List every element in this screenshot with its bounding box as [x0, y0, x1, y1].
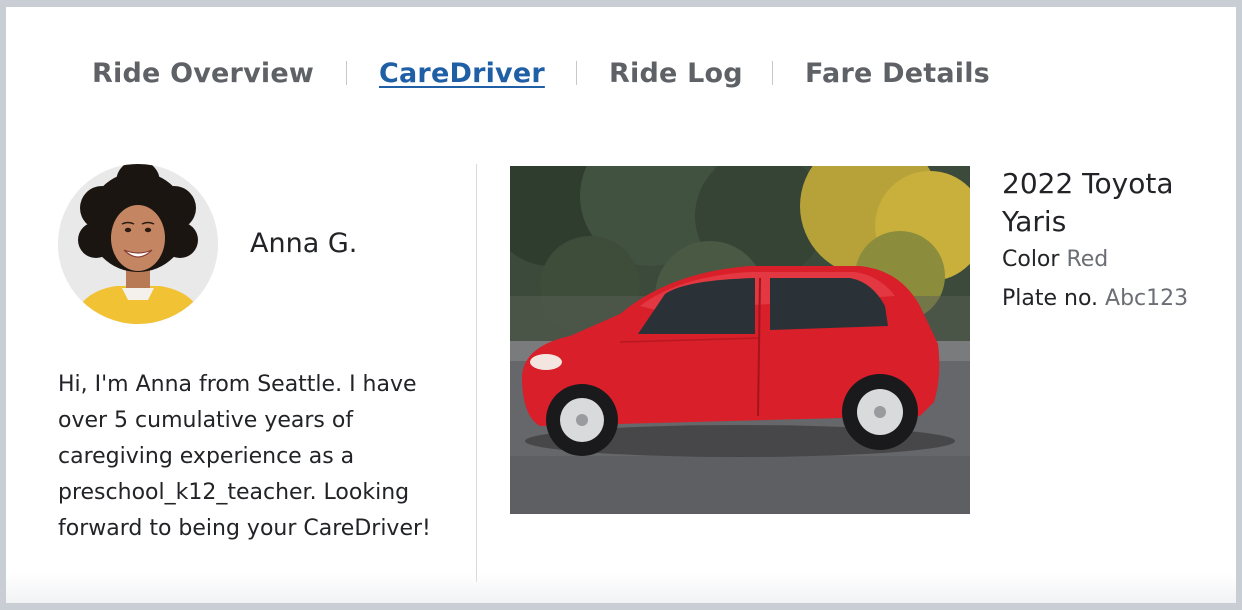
tab-ride-overview[interactable]: Ride Overview: [92, 59, 314, 89]
vehicle-plate-label: Plate no.: [1002, 286, 1099, 311]
tab-fare-details[interactable]: Fare Details: [805, 59, 990, 89]
red-hatchback-image: [510, 166, 970, 514]
driver-portrait-image: [58, 164, 218, 324]
vehicle-color: Color Red: [1002, 247, 1108, 272]
tab-caredriver[interactable]: CareDriver: [379, 59, 545, 89]
tab-divider: [576, 61, 577, 85]
bottom-fade: [6, 573, 1236, 603]
vehicle-color-label: Color: [1002, 247, 1060, 272]
tab-ride-log[interactable]: Ride Log: [609, 59, 743, 89]
driver-avatar: [58, 164, 218, 324]
driver-name: Anna G.: [250, 228, 358, 259]
vehicle-color-value: Red: [1066, 247, 1109, 272]
vehicle-photo: [510, 166, 970, 514]
tab-divider: [346, 61, 347, 85]
tab-bar: Ride Overview CareDriver Ride Log Fare D…: [6, 59, 1236, 99]
caredriver-panel: Ride Overview CareDriver Ride Log Fare D…: [6, 7, 1236, 603]
vehicle-plate-value: Abc123: [1105, 286, 1189, 311]
vehicle-plate: Plate no. Abc123: [1002, 286, 1188, 311]
column-divider: [476, 164, 477, 582]
vehicle-model: 2022 Toyota Yaris: [1002, 167, 1174, 238]
tab-divider: [772, 61, 773, 85]
driver-bio: Hi, I'm Anna from Seattle. I have over 5…: [58, 372, 431, 541]
